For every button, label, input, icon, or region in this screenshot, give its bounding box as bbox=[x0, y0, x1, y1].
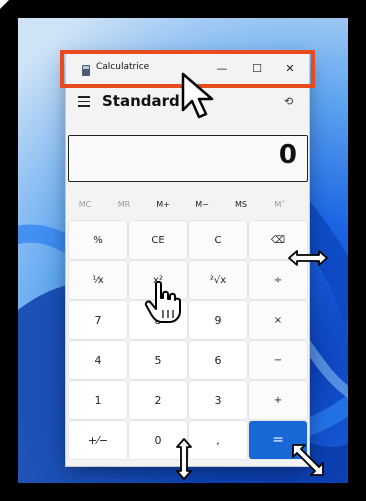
decimal-comma-button[interactable]: , bbox=[189, 421, 247, 459]
keypad: % CE C ⌫ ¹⁄x x² ²√x ÷ 7 8 9 × 4 5 6 − 1 … bbox=[69, 221, 307, 461]
hamburger-menu-icon[interactable] bbox=[78, 96, 90, 107]
mode-title: Standard bbox=[102, 92, 180, 110]
memory-recall-button[interactable]: MR bbox=[109, 200, 139, 209]
negate-button[interactable]: +⁄− bbox=[69, 421, 127, 459]
memory-add-button[interactable]: M+ bbox=[148, 200, 178, 209]
digit-7-button[interactable]: 7 bbox=[69, 301, 127, 339]
resize-horizontal-cursor-icon bbox=[288, 250, 328, 266]
clear-entry-button[interactable]: CE bbox=[129, 221, 187, 259]
subtract-button[interactable]: − bbox=[249, 341, 307, 379]
square-root-button[interactable]: ²√x bbox=[189, 261, 247, 299]
digit-6-button[interactable]: 6 bbox=[189, 341, 247, 379]
resize-vertical-cursor-icon bbox=[176, 438, 192, 480]
resize-diagonal-cursor-icon bbox=[292, 444, 324, 476]
digit-9-button[interactable]: 9 bbox=[189, 301, 247, 339]
digit-5-button[interactable]: 5 bbox=[129, 341, 187, 379]
percent-button[interactable]: % bbox=[69, 221, 127, 259]
display-value: 0 bbox=[278, 140, 297, 170]
result-display: 0 bbox=[68, 135, 308, 182]
add-button[interactable]: + bbox=[249, 381, 307, 419]
memory-list-button[interactable]: M˅ bbox=[265, 200, 295, 209]
memory-row: MC MR M+ M− MS M˅ bbox=[66, 200, 309, 216]
digit-3-button[interactable]: 3 bbox=[189, 381, 247, 419]
arrow-cursor-icon bbox=[181, 72, 214, 119]
digit-1-button[interactable]: 1 bbox=[69, 381, 127, 419]
memory-subtract-button[interactable]: M− bbox=[187, 200, 217, 209]
reciprocal-button[interactable]: ¹⁄x bbox=[69, 261, 127, 299]
hand-pointer-cursor-icon bbox=[144, 280, 181, 323]
digit-2-button[interactable]: 2 bbox=[129, 381, 187, 419]
history-icon[interactable]: ⟲ bbox=[284, 95, 293, 108]
clear-button[interactable]: C bbox=[189, 221, 247, 259]
memory-store-button[interactable]: MS bbox=[226, 200, 256, 209]
multiply-button[interactable]: × bbox=[249, 301, 307, 339]
memory-clear-button[interactable]: MC bbox=[70, 200, 100, 209]
digit-4-button[interactable]: 4 bbox=[69, 341, 127, 379]
